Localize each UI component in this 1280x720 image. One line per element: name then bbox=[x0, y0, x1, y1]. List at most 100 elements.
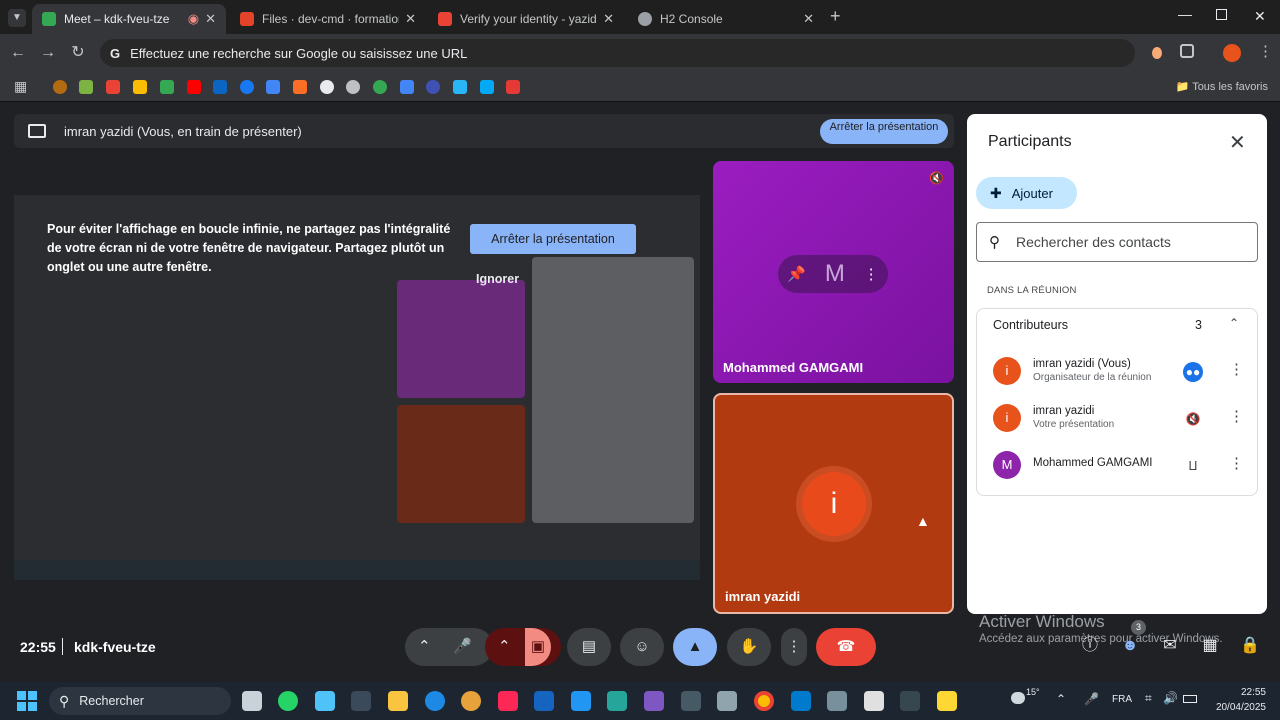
more-options-button[interactable]: ⋮ bbox=[781, 628, 807, 666]
tab-verify-identity[interactable]: Verify your identity - yazidi.imra ✕ bbox=[428, 4, 624, 34]
app-icon[interactable] bbox=[681, 691, 701, 711]
back-button[interactable]: ← bbox=[8, 43, 28, 63]
chevron-up-icon[interactable]: ⌃ bbox=[1056, 692, 1066, 706]
activities-grid-icon[interactable]: ▦ bbox=[1199, 635, 1221, 657]
app-icon[interactable] bbox=[571, 691, 591, 711]
group-label[interactable]: Contributeurs bbox=[993, 318, 1068, 332]
drive-bookmark-icon[interactable] bbox=[133, 80, 147, 94]
app-icon[interactable] bbox=[425, 691, 445, 711]
app-icon[interactable] bbox=[864, 691, 884, 711]
app-icon[interactable] bbox=[607, 691, 627, 711]
app-icon[interactable] bbox=[461, 691, 481, 711]
stop-presenting-top-button[interactable]: Arrêter la présentation bbox=[820, 119, 948, 144]
tab-close-icon[interactable]: ✕ bbox=[405, 11, 416, 27]
more-options-icon[interactable]: ⋮ bbox=[1229, 360, 1244, 378]
app-icon[interactable] bbox=[717, 691, 737, 711]
tab-search-dropdown[interactable]: ▼ bbox=[8, 9, 26, 27]
sticky-notes-icon[interactable] bbox=[937, 691, 957, 711]
add-people-button[interactable]: ✚ Ajouter bbox=[976, 177, 1077, 209]
microphone-tray-icon[interactable]: 🎤 bbox=[1084, 692, 1099, 706]
stop-presenting-button[interactable]: Arrêter la présentation bbox=[470, 224, 636, 254]
window-close-button[interactable]: ✕ bbox=[1254, 8, 1266, 25]
bookmark-icon[interactable] bbox=[506, 80, 520, 94]
bookmark-icon[interactable] bbox=[266, 80, 280, 94]
terminal-icon[interactable] bbox=[900, 691, 920, 711]
gitlab-bookmark-icon[interactable] bbox=[293, 80, 307, 94]
notepad-icon[interactable] bbox=[315, 691, 335, 711]
participant-row[interactable]: i imran yazidi (Vous) Organisateur de la… bbox=[993, 352, 1253, 392]
address-bar[interactable]: G Effectuez une recherche sur Google ou … bbox=[100, 39, 1135, 67]
apps-grid-icon[interactable]: ▦ bbox=[14, 78, 27, 95]
reactions-button[interactable]: ☺ bbox=[620, 628, 664, 666]
mic-off-icon[interactable]: ⨿ bbox=[1183, 456, 1203, 476]
people-icon[interactable]: ☻ bbox=[1119, 635, 1141, 657]
bookmark-icon[interactable] bbox=[373, 80, 387, 94]
participant-row[interactable]: i imran yazidi Votre présentation 🔇 ⋮ bbox=[993, 399, 1253, 439]
github-bookmark-icon[interactable] bbox=[320, 80, 334, 94]
camera-off-icon[interactable]: ▣ bbox=[525, 628, 551, 666]
input-language[interactable]: FRA bbox=[1112, 694, 1132, 705]
chat-icon[interactable]: ✉ bbox=[1159, 635, 1181, 657]
task-view-icon[interactable] bbox=[242, 691, 262, 711]
close-panel-icon[interactable]: ✕ bbox=[1229, 130, 1246, 155]
chevron-up-icon[interactable]: ⌃ bbox=[1229, 316, 1239, 330]
minimize-button[interactable]: — bbox=[1178, 6, 1192, 22]
new-tab-button[interactable]: + bbox=[830, 6, 841, 27]
file-explorer-icon[interactable] bbox=[388, 691, 408, 711]
app-icon[interactable] bbox=[534, 691, 554, 711]
bookmark-icon[interactable] bbox=[53, 80, 67, 94]
battery-icon[interactable] bbox=[1183, 695, 1197, 703]
chrome-icon[interactable] bbox=[754, 691, 774, 711]
reload-button[interactable]: ↻ bbox=[68, 43, 88, 63]
bookmark-icon[interactable] bbox=[79, 80, 93, 94]
more-options-icon[interactable]: ⋮ bbox=[1229, 407, 1244, 425]
tab-close-icon[interactable]: ✕ bbox=[603, 11, 614, 27]
pin-icon[interactable]: 📌 bbox=[787, 265, 806, 283]
search-contacts-input[interactable]: ⚲ Rechercher des contacts bbox=[976, 222, 1258, 262]
forward-button[interactable]: → bbox=[38, 43, 58, 63]
app-icon[interactable] bbox=[644, 691, 664, 711]
tab-close-icon[interactable]: ✕ bbox=[205, 11, 216, 27]
wifi-icon[interactable]: ⌗ bbox=[1145, 691, 1152, 706]
extensions-puzzle-icon[interactable] bbox=[1180, 44, 1194, 58]
profile-avatar[interactable] bbox=[1223, 44, 1241, 62]
calculator-icon[interactable] bbox=[351, 691, 371, 711]
tab-meet[interactable]: Meet – kdk-fveu-tze ◉ ✕ bbox=[32, 4, 226, 34]
participant-tile[interactable]: i ▲ imran yazidi bbox=[713, 393, 954, 614]
bookmark-icon[interactable] bbox=[160, 80, 174, 94]
clock-time[interactable]: 22:55 bbox=[1226, 687, 1266, 698]
tab-files[interactable]: Files · dev-cmd · formations / m ✕ bbox=[230, 4, 426, 34]
participant-tile[interactable]: 🔇 📌 M ⋮ Mohammed GAMGAMI bbox=[713, 161, 954, 383]
chrome-menu-icon[interactable]: ⋮ bbox=[1258, 42, 1273, 60]
captions-button[interactable]: ▤ bbox=[567, 628, 611, 666]
video-options-chevron-icon[interactable]: ⌃ bbox=[498, 628, 511, 666]
leave-call-button[interactable]: ☎ bbox=[816, 628, 876, 666]
bookmark-icon[interactable] bbox=[346, 80, 360, 94]
host-controls-icon[interactable]: 🔒 bbox=[1239, 635, 1261, 657]
intellij-icon[interactable] bbox=[498, 691, 518, 711]
bookmark-icon[interactable] bbox=[480, 80, 494, 94]
volume-icon[interactable]: 🔊 bbox=[1163, 691, 1178, 705]
extension-icon[interactable] bbox=[1152, 47, 1162, 59]
tab-close-icon[interactable]: ✕ bbox=[803, 11, 814, 27]
facebook-bookmark-icon[interactable] bbox=[240, 80, 254, 94]
microphone-icon[interactable]: 🎤 bbox=[453, 628, 472, 666]
windows-start-icon[interactable] bbox=[17, 691, 37, 711]
youtube-bookmark-icon[interactable] bbox=[187, 80, 201, 94]
tab-h2-console[interactable]: H2 Console ✕ bbox=[628, 4, 824, 34]
more-options-icon[interactable]: ⋮ bbox=[1229, 454, 1244, 472]
bookmark-icon[interactable] bbox=[426, 80, 440, 94]
vscode-icon[interactable] bbox=[791, 691, 811, 711]
clock-date[interactable]: 20/04/2025 bbox=[1208, 702, 1266, 713]
participant-row[interactable]: M Mohammed GAMGAMI ⨿ ⋮ bbox=[993, 446, 1253, 486]
maximize-button[interactable] bbox=[1216, 9, 1227, 20]
all-bookmarks[interactable]: 📁 Tous les favoris bbox=[1176, 80, 1268, 93]
bookmark-icon[interactable] bbox=[453, 80, 467, 94]
raise-hand-button[interactable]: ✋ bbox=[727, 628, 771, 666]
bookmark-icon[interactable] bbox=[400, 80, 414, 94]
whatsapp-icon[interactable] bbox=[278, 691, 298, 711]
linkedin-bookmark-icon[interactable] bbox=[213, 80, 227, 94]
present-screen-button[interactable]: ▲ bbox=[673, 628, 717, 666]
more-options-icon[interactable]: ⋮ bbox=[864, 265, 879, 283]
gmail-bookmark-icon[interactable] bbox=[106, 80, 120, 94]
